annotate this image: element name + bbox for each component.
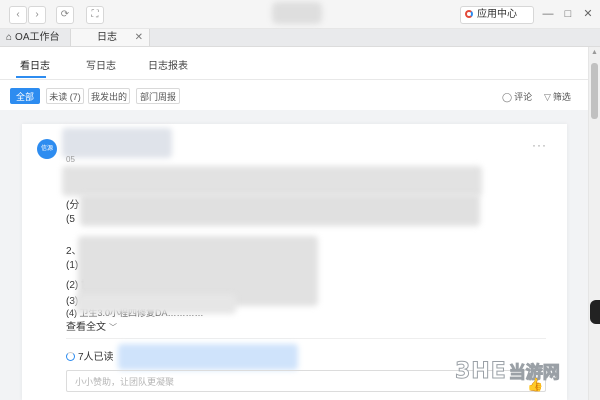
view-full-text-link[interactable]: 查看全文 ﹀ — [66, 318, 117, 333]
home-icon: ⌂ — [6, 32, 13, 43]
read-progress-icon — [66, 352, 75, 361]
scroll-thumb[interactable] — [591, 63, 598, 119]
tab-bar: ⌂ OA工作台 日志 ✕ — [0, 29, 600, 47]
avatar[interactable]: 信源 — [37, 139, 57, 159]
vertical-scrollbar[interactable]: ▲ — [588, 47, 600, 400]
readers-label: 7人已读 — [78, 352, 114, 363]
app-center-icon — [465, 10, 473, 18]
maximize-button[interactable]: □ — [560, 6, 576, 22]
funnel-icon: ▽ — [544, 92, 551, 102]
comment-input[interactable] — [73, 372, 517, 392]
filter-button[interactable]: ▽ 筛选 — [544, 90, 571, 103]
author-name-redacted — [62, 128, 172, 158]
redacted-block — [62, 166, 482, 196]
subnav-write-diary[interactable]: 写日志 — [86, 57, 116, 72]
watermark-brand: 3HE — [455, 359, 507, 385]
filter-all-chip[interactable]: 全部 — [10, 88, 40, 104]
filter-unread-chip[interactable]: 未读 (7) — [46, 88, 84, 104]
side-widget-handle[interactable] — [590, 300, 600, 324]
refresh-button[interactable]: ⟳ — [56, 6, 74, 24]
content-line: (1) — [66, 260, 79, 271]
comment-icon: ◯ — [502, 92, 513, 102]
subnav-view-diary[interactable]: 看日志 — [20, 57, 50, 72]
tab-oa-workbench[interactable]: ⌂ OA工作台 — [0, 29, 70, 46]
title-bar: ‹ › ⟳ ⛶ 应用中心 — □ ✕ — [0, 0, 600, 29]
watermark: 3HE 当游网 — [455, 358, 561, 385]
minimize-icon: — — [542, 8, 554, 20]
diary-subnav: 看日志 写日志 日志报表 — [0, 47, 588, 80]
app-center-button[interactable]: 应用中心 — [460, 6, 534, 24]
active-tab-indicator — [16, 76, 46, 78]
filter-dept-weekly-chip[interactable]: 部门周报 — [136, 88, 180, 104]
redacted-block — [80, 194, 480, 226]
tab-label: 日志 — [97, 32, 117, 43]
scroll-up-icon[interactable]: ▲ — [591, 49, 598, 56]
maximize-icon: □ — [564, 8, 572, 20]
tab-label: OA工作台 — [15, 32, 60, 43]
forward-button[interactable]: › — [28, 6, 46, 24]
close-window-button[interactable]: ✕ — [580, 6, 596, 22]
view-full-label: 查看全文 — [66, 322, 106, 333]
filter-label: 筛选 — [552, 92, 571, 102]
filter-bar: 全部 未读 (7) 我发出的 部门周报 ◯ 评论 ▽ 筛选 — [0, 80, 588, 110]
close-icon: ✕ — [583, 8, 593, 20]
chevron-right-icon: › — [35, 9, 39, 20]
like-icon[interactable]: 👍 — [527, 377, 543, 393]
window-title-redacted — [272, 2, 322, 24]
minimize-button[interactable]: — — [540, 6, 556, 22]
post-date: 05 — [66, 155, 75, 164]
comment-filter-button[interactable]: ◯ 评论 — [502, 90, 532, 103]
card-divider — [66, 338, 546, 339]
chevron-down-icon: ﹀ — [109, 323, 117, 332]
close-tab-icon[interactable]: ✕ — [135, 29, 143, 46]
content-line: (5 — [66, 214, 75, 225]
readers-list-redacted — [118, 344, 298, 370]
readers-count[interactable]: 7人已读 — [66, 348, 114, 363]
redacted-block — [76, 294, 236, 314]
comment-label: 评论 — [514, 92, 533, 102]
more-options-icon[interactable]: ··· — [532, 138, 547, 152]
subnav-diary-report[interactable]: 日志报表 — [148, 57, 188, 72]
fullscreen-icon: ⛶ — [91, 9, 99, 20]
refresh-icon: ⟳ — [60, 9, 70, 20]
fullscreen-button[interactable]: ⛶ — [86, 6, 104, 24]
app-center-label: 应用中心 — [477, 9, 517, 20]
chevron-left-icon: ‹ — [16, 9, 20, 20]
filter-sent-chip[interactable]: 我发出的 — [88, 88, 130, 104]
back-button[interactable]: ‹ — [9, 6, 27, 24]
tab-diary[interactable]: 日志 ✕ — [70, 29, 150, 46]
content-line: (分 — [66, 200, 80, 211]
